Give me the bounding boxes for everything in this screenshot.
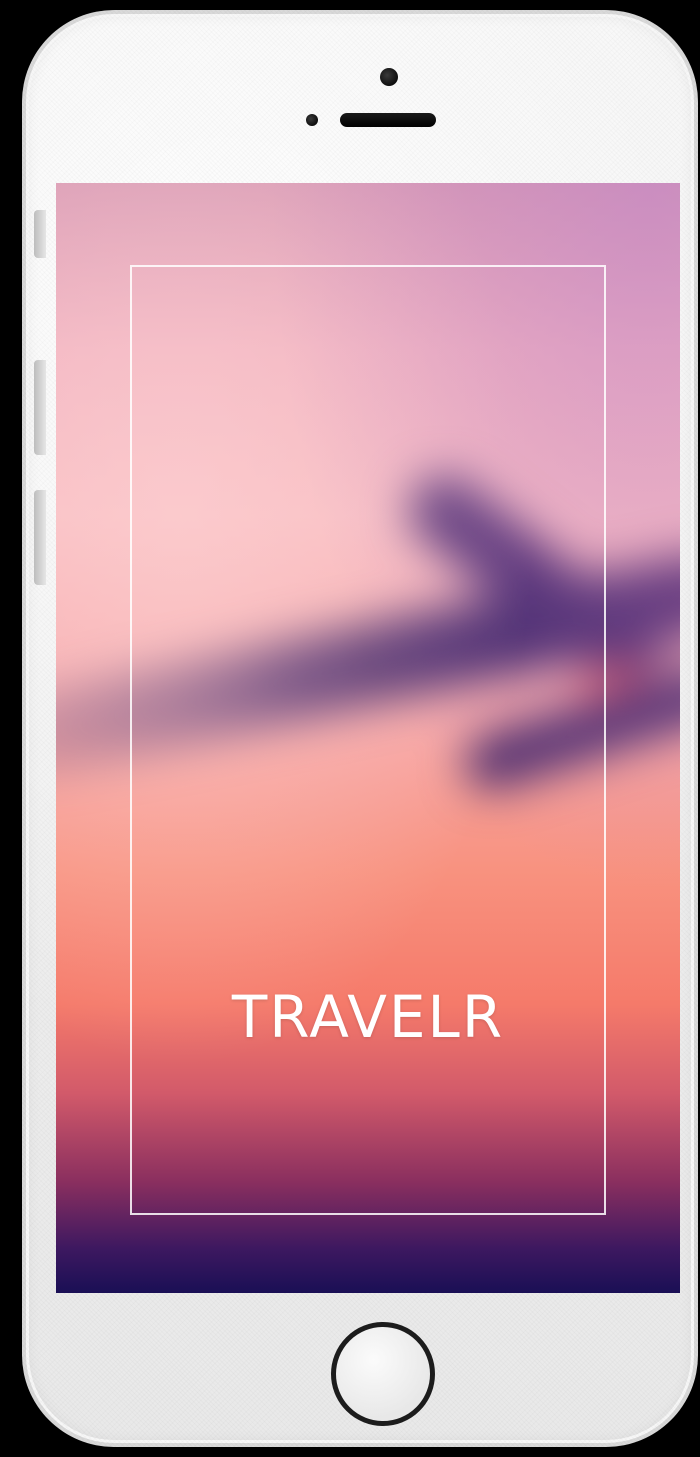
earpiece-speaker-icon [340,113,436,127]
home-button[interactable] [331,1322,435,1426]
front-camera-icon [380,68,398,86]
volume-up-button[interactable] [34,360,46,455]
splash-screen[interactable]: TRAVELR [56,183,680,1293]
proximity-sensor-icon [306,114,318,126]
title-frame [130,265,606,1215]
volume-down-button[interactable] [34,490,46,585]
mute-switch[interactable] [34,210,46,258]
stage: TRAVELR [0,0,700,1457]
app-title: TRAVELR [231,983,505,1051]
